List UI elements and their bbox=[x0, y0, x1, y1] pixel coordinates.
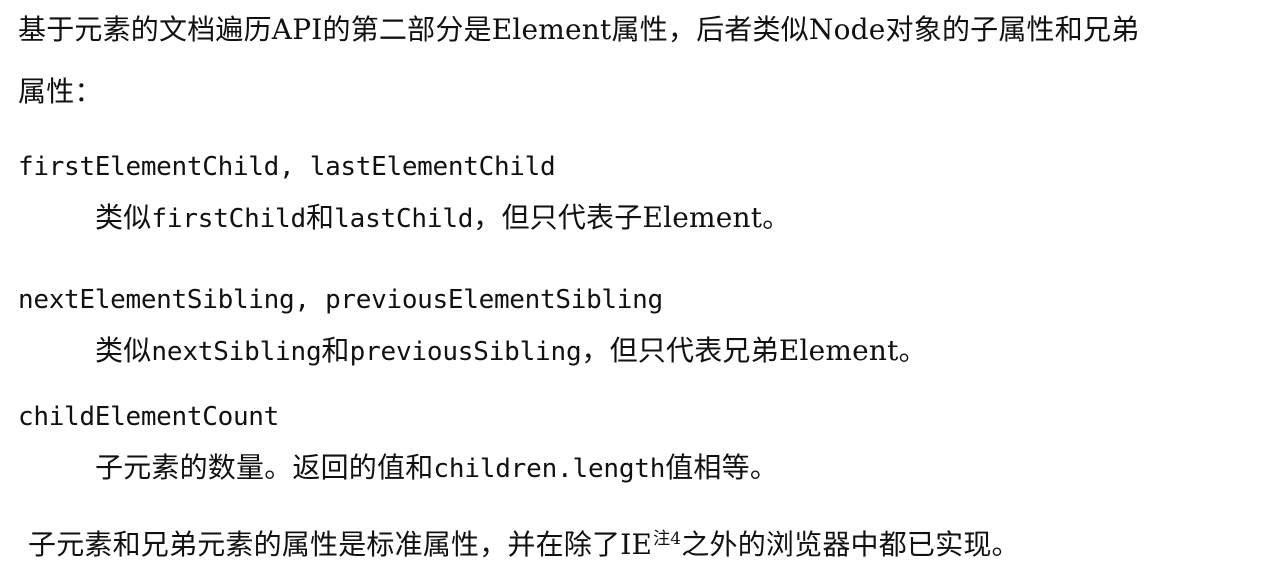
code-first-child: firstChild bbox=[151, 204, 306, 234]
desc-suffix: ，但只代表子Element。 bbox=[473, 201, 791, 234]
closing-paragraph: 子元素和兄弟元素的属性是标准属性，并在除了IE注4之外的浏览器中都已实现。 bbox=[28, 528, 1020, 566]
definition-desc-next-previous: 类似nextSibling和previousSibling，但只代表兄弟Elem… bbox=[95, 334, 927, 369]
definition-desc-child-count: 子元素的数量。返回的值和children.length值相等。 bbox=[95, 451, 778, 486]
closing-suffix: 之外的浏览器中都已实现。 bbox=[681, 528, 1020, 561]
definition-desc-first-last: 类似firstChild和lastChild，但只代表子Element。 bbox=[95, 201, 790, 236]
desc-prefix: 类似 bbox=[95, 201, 152, 234]
footnote-marker: 注4 bbox=[653, 529, 682, 549]
desc-prefix: 类似 bbox=[95, 334, 152, 367]
document-page: 基于元素的文档遍历API的第二部分是Element属性，后者类似Node对象的子… bbox=[0, 0, 1277, 577]
definition-term-child-count: childElementCount bbox=[18, 402, 280, 432]
code-last-child: lastChild bbox=[334, 204, 474, 234]
desc-prefix: 子元素的数量。返回的值和 bbox=[95, 451, 434, 484]
desc-mid: 和 bbox=[321, 334, 350, 367]
desc-suffix: ，但只代表兄弟Element。 bbox=[581, 334, 927, 367]
definition-term-first-last: firstElementChild, lastElementChild bbox=[18, 152, 556, 182]
code-previous-sibling: previousSibling bbox=[349, 337, 582, 367]
intro-line-1: 基于元素的文档遍历API的第二部分是Element属性，后者类似Node对象的子… bbox=[18, 13, 1140, 46]
desc-mid: 和 bbox=[305, 201, 335, 234]
desc-suffix: 值相等。 bbox=[665, 451, 779, 484]
code-next-sibling: nextSibling bbox=[151, 337, 322, 367]
closing-prefix: 子元素和兄弟元素的属性是标准属性，并在除了IE bbox=[28, 528, 653, 561]
definition-term-next-previous: nextElementSibling, previousElementSibli… bbox=[18, 285, 663, 315]
intro-line-2: 属性： bbox=[18, 75, 103, 108]
code-children-length: children.length bbox=[433, 454, 666, 484]
